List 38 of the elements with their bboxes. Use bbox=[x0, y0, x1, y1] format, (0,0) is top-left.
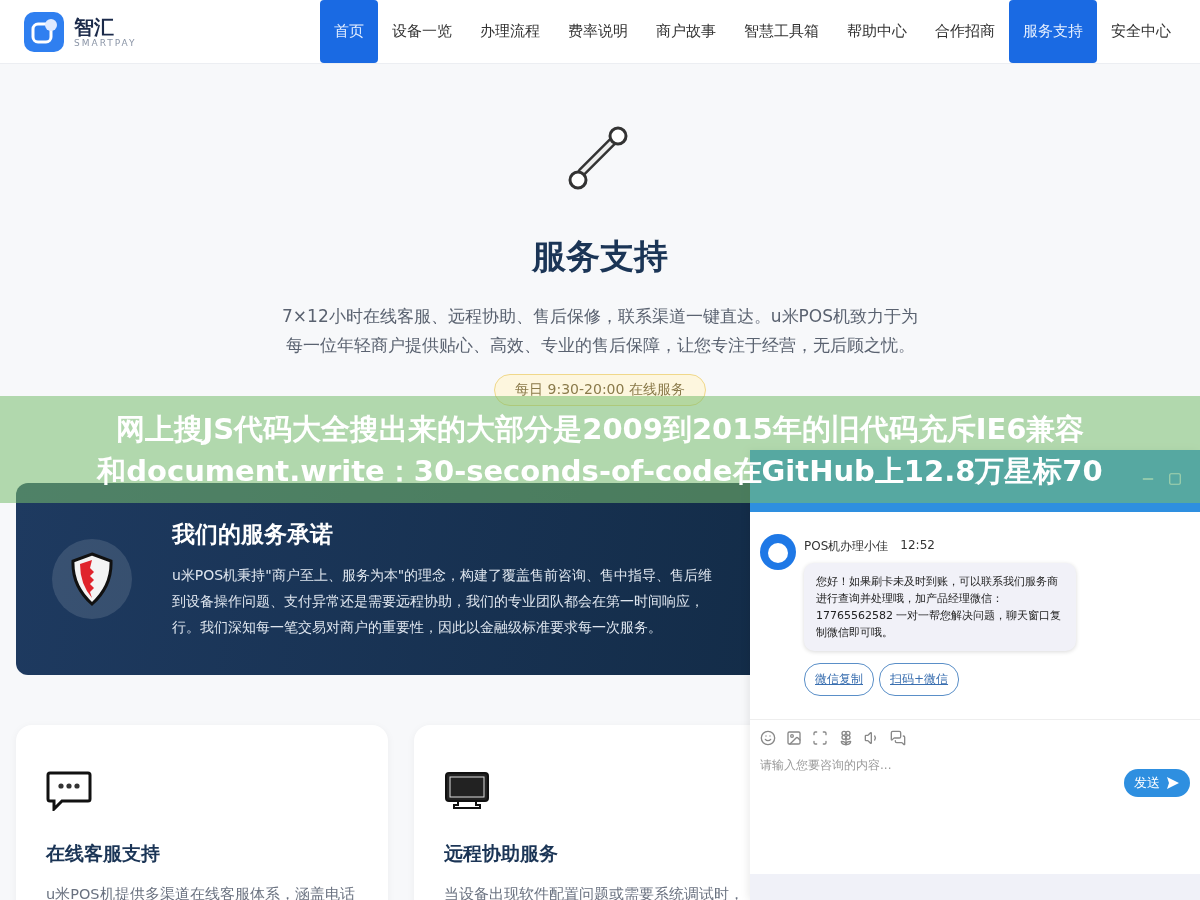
banner-text: 网上搜JS代码大全搜出来的大部分是2009到2015年的旧代码充斥IE6兼容 bbox=[115, 410, 1085, 448]
logo-icon bbox=[24, 11, 64, 52]
quick-reply-button[interactable]: 扫码+微信 bbox=[879, 663, 960, 696]
send-icon bbox=[1166, 776, 1180, 790]
nav-link[interactable]: 商户故事 bbox=[642, 0, 730, 63]
quick-reply-button[interactable]: 微信复制 bbox=[804, 663, 874, 696]
brand-name: 智汇 bbox=[74, 15, 115, 38]
message-time: 12:52 bbox=[900, 538, 935, 554]
nav-link[interactable]: 首页 bbox=[320, 0, 378, 63]
promise-title: 我们的服务承诺 bbox=[172, 520, 334, 549]
emoji-icon[interactable] bbox=[760, 730, 776, 746]
avatar-icon bbox=[760, 534, 796, 570]
promise-text-line: u米POS机秉持"商户至上、服务为本"的理念，构建了覆盖售前咨询、售中指导、售后维 bbox=[172, 566, 713, 585]
nav-link[interactable]: 设备一览 bbox=[378, 0, 466, 63]
image-icon[interactable] bbox=[786, 730, 802, 746]
nav-link[interactable]: 服务支持 bbox=[1009, 0, 1097, 63]
screenshot-icon[interactable] bbox=[812, 730, 828, 746]
shield-icon bbox=[70, 552, 114, 606]
nav-link[interactable]: 安全中心 bbox=[1097, 0, 1185, 63]
nav-link[interactable]: 办理流程 bbox=[466, 0, 554, 63]
promise-text-line: 行。我们深知每一笔交易对商户的重要性，因此以金融级标准要求每一次服务。 bbox=[172, 618, 663, 637]
message-bubble: 您好！如果刷卡未及时到账，可以联系我们服务商进行查询并处理哦，加产品经理微信：17765562582 一对一帮您解决问题，聊天窗口复制微信即可哦。 bbox=[804, 563, 1076, 651]
speech-bubble-icon bbox=[46, 771, 92, 811]
nav-link[interactable]: 费率说明 bbox=[554, 0, 642, 63]
page-title: 服务支持 bbox=[532, 235, 668, 278]
promise-text-line: 到设备操作问题、支付异常还是需要远程协助，我们的专业团队都会在第一时间响应， bbox=[172, 592, 705, 611]
nav-link[interactable]: 合作招商 bbox=[921, 0, 1009, 63]
service-hours-badge: 每日 9:30-20:00 在线服务 bbox=[494, 374, 706, 406]
intro-paragraph: 7×12小时在线客服、远程协助、售后保修，联系渠道一键直达。u米POS机致力于为每一位年轻商户提供贴心、高效、专业的售后保障，让您专注于经营，无后顾之忧。 bbox=[281, 305, 919, 357]
nav-link[interactable]: 智慧工具箱 bbox=[730, 0, 833, 63]
flower-icon[interactable] bbox=[838, 730, 854, 746]
sender-name: POS机办理小佳 bbox=[804, 538, 889, 555]
nav-link[interactable]: 帮助中心 bbox=[833, 0, 921, 63]
card-title: 在线客服支持 bbox=[46, 841, 161, 866]
brand-tagline: SMARTPAY bbox=[74, 37, 137, 48]
chat-bubbles-icon[interactable] bbox=[890, 730, 906, 746]
monitor-icon bbox=[444, 771, 490, 811]
card-title: 远程协助服务 bbox=[444, 841, 559, 866]
